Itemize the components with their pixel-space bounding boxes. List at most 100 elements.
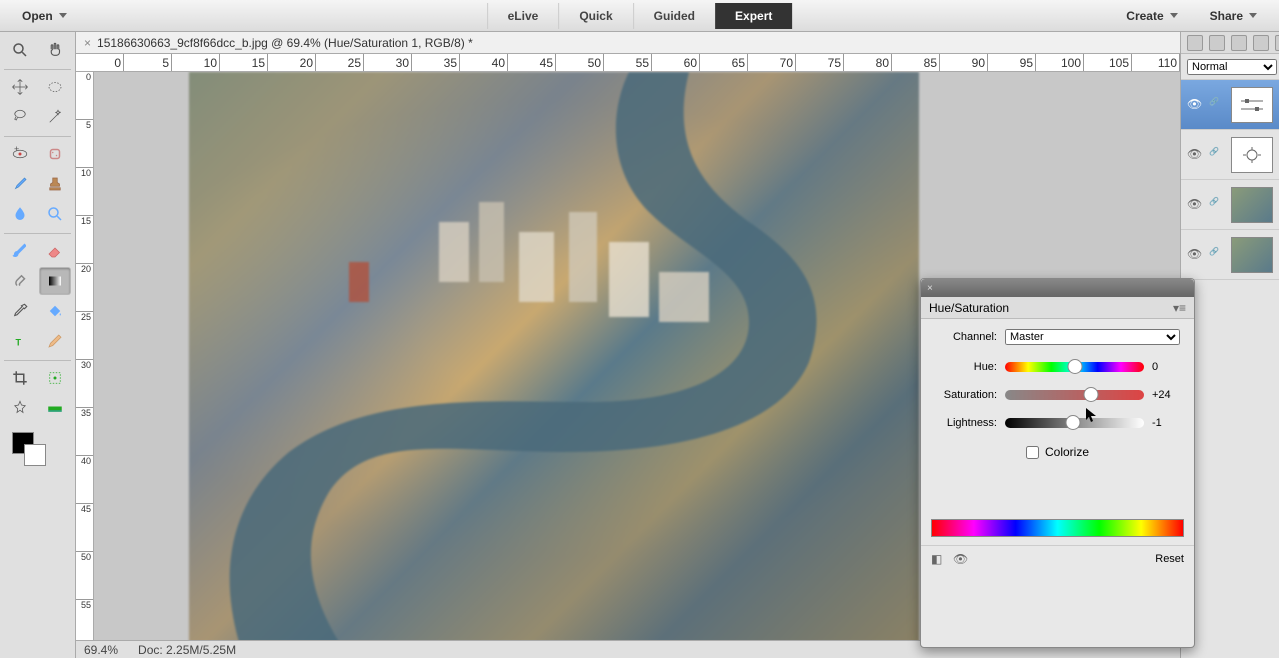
hue-label: Hue: (935, 361, 997, 373)
eraser-tool[interactable] (39, 237, 72, 265)
saturation-slider-row: Saturation: +24 (935, 389, 1180, 401)
channel-label: Channel: (935, 331, 997, 343)
chevron-down-icon (59, 13, 67, 18)
saturation-slider-thumb[interactable] (1084, 387, 1099, 402)
create-label: Create (1126, 9, 1163, 23)
sponge-tool[interactable] (39, 200, 72, 228)
straighten-tool[interactable] (39, 394, 72, 422)
smudge-tool[interactable] (4, 267, 37, 295)
spectrum-bar[interactable] (931, 519, 1184, 537)
reset-button[interactable]: Reset (1155, 553, 1184, 565)
color-swatches[interactable] (4, 432, 71, 472)
visibility-eye-icon[interactable]: 👁 (1187, 197, 1203, 213)
layer-link-icon[interactable]: 🔗 (1209, 197, 1225, 213)
layer-row[interactable]: 👁🔗⊗Layer 1 (1181, 180, 1279, 230)
zoom-level[interactable]: 69.4% (84, 643, 118, 657)
panel-icon[interactable] (1187, 35, 1203, 51)
mode-tab-quick[interactable]: Quick (558, 3, 632, 29)
document-tab[interactable]: × 15186630663_9cf8f66dcc_b.jpg @ 69.4% (… (76, 32, 1180, 54)
layer-row[interactable]: 👁🔗⊗Hue/... (1181, 80, 1279, 130)
mode-tab-guided[interactable]: Guided (633, 3, 715, 29)
mode-tab-elive[interactable]: eLive (487, 3, 559, 29)
redeye-tool[interactable]: + (4, 140, 37, 168)
lightness-value[interactable]: -1 (1152, 417, 1180, 429)
visibility-eye-icon[interactable]: 👁 (1187, 147, 1203, 163)
recompose-tool[interactable] (39, 364, 72, 392)
panel-icon[interactable] (1275, 35, 1279, 51)
hand-tool[interactable] (39, 36, 72, 64)
clip-icon[interactable]: ◧ (931, 552, 947, 566)
crop-tool[interactable] (4, 364, 37, 392)
toolbox: + T (0, 32, 76, 658)
visibility-eye-icon[interactable]: 👁 (1187, 97, 1203, 113)
create-button[interactable]: Create (1114, 5, 1189, 27)
svg-text:+: + (14, 145, 19, 154)
hue-saturation-dialog[interactable]: × Hue/Saturation ▾≡ Channel: Master Hue:… (920, 278, 1195, 648)
hue-slider[interactable] (1005, 362, 1144, 372)
chevron-down-icon (1170, 13, 1178, 18)
visibility-eye-icon[interactable]: 👁 (1187, 247, 1203, 263)
chevron-down-icon (1249, 13, 1257, 18)
colorize-checkbox[interactable] (1026, 446, 1039, 459)
saturation-label: Saturation: (935, 389, 997, 401)
eyedropper-tool[interactable] (4, 297, 37, 325)
layer-link-icon[interactable]: 🔗 (1209, 247, 1225, 263)
panel-menu-icon[interactable]: ▾≡ (1173, 301, 1186, 315)
layer-link-icon[interactable]: 🔗 (1209, 97, 1225, 113)
paint-bucket-tool[interactable] (39, 297, 72, 325)
magic-wand-tool[interactable] (39, 103, 72, 131)
share-button[interactable]: Share (1198, 5, 1269, 27)
spot-heal-tool[interactable] (39, 140, 72, 168)
layer-thumbnail[interactable] (1231, 187, 1273, 223)
dialog-header: Hue/Saturation ▾≡ (921, 297, 1194, 319)
cookie-cutter-tool[interactable] (4, 394, 37, 422)
lightness-label: Lightness: (935, 417, 997, 429)
blur-tool[interactable] (4, 200, 37, 228)
saturation-value[interactable]: +24 (1152, 389, 1180, 401)
paint-brush-tool[interactable] (4, 237, 37, 265)
saturation-slider[interactable] (1005, 390, 1144, 400)
background-color[interactable] (24, 444, 46, 466)
brush-tool[interactable] (4, 170, 37, 198)
layer-thumbnail[interactable] (1231, 237, 1273, 273)
document-tab-title: 15186630663_9cf8f66dcc_b.jpg @ 69.4% (Hu… (97, 36, 473, 50)
panel-icon[interactable] (1231, 35, 1247, 51)
zoom-tool[interactable] (4, 36, 37, 64)
layer-link-icon[interactable]: 🔗 (1209, 147, 1225, 163)
close-tab-icon[interactable]: × (84, 36, 91, 50)
blend-mode-select[interactable]: Normal (1187, 59, 1277, 75)
text-tool[interactable]: T (4, 327, 37, 355)
channel-select[interactable]: Master (1005, 329, 1180, 345)
lasso-tool[interactable] (4, 103, 37, 131)
lightness-slider-row: Lightness: -1 (935, 417, 1180, 429)
horizontal-ruler: 0510152025303540455055606570758085909510… (76, 54, 1180, 72)
open-label: Open (22, 9, 53, 23)
pencil-tool[interactable] (39, 327, 72, 355)
close-icon[interactable]: × (927, 283, 933, 294)
layer-thumbnail[interactable] (1231, 137, 1273, 173)
share-label: Share (1210, 9, 1243, 23)
colorize-label: Colorize (1045, 445, 1089, 459)
mode-tabs: eLive Quick Guided Expert (487, 3, 793, 29)
vertical-ruler: 05101520253035404550556065707580 (76, 72, 94, 640)
marquee-tool[interactable] (39, 73, 72, 101)
top-menu-bar: Open eLive Quick Guided Expert Create Sh… (0, 0, 1279, 32)
lightness-slider[interactable] (1005, 418, 1144, 428)
lightness-slider-thumb[interactable] (1066, 415, 1081, 430)
move-tool[interactable] (4, 73, 37, 101)
layer-row[interactable]: 👁🔗⊗Brigh... (1181, 130, 1279, 180)
eye-icon[interactable]: 👁 (953, 552, 969, 566)
hue-value[interactable]: 0 (1152, 361, 1180, 373)
blend-opacity-row: Normal Opacity: 100% (1181, 54, 1279, 80)
open-button[interactable]: Open (10, 5, 79, 27)
mode-tab-expert[interactable]: Expert (715, 3, 792, 29)
lock-icon[interactable] (1253, 35, 1269, 51)
dialog-titlebar[interactable]: × (921, 279, 1194, 297)
stamp-tool[interactable] (39, 170, 72, 198)
svg-text:T: T (16, 338, 22, 348)
layer-thumbnail[interactable] (1231, 87, 1273, 123)
layer-row[interactable]: 👁🔗⊗Background🔒 (1181, 230, 1279, 280)
gradient-tool[interactable] (39, 267, 72, 295)
hue-slider-thumb[interactable] (1067, 359, 1082, 374)
panel-icon[interactable] (1209, 35, 1225, 51)
